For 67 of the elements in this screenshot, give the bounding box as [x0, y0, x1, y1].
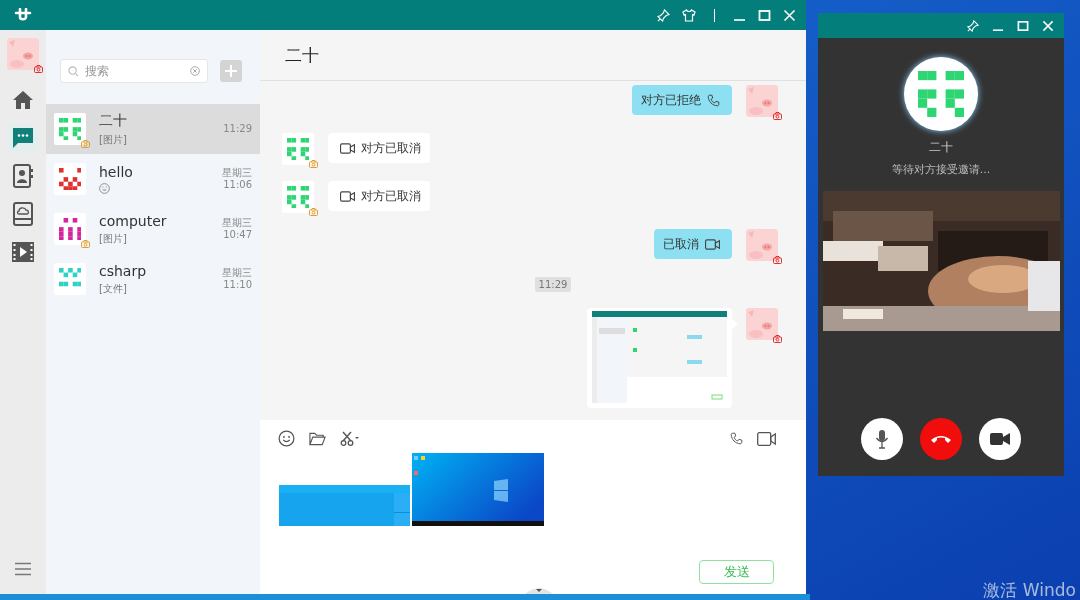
day-label: 星期三: [222, 167, 252, 179]
camera-badge-icon: [773, 335, 782, 343]
pin-icon[interactable]: [657, 8, 670, 22]
pig-avatar-icon: [746, 85, 778, 117]
activation-watermark: 激活 Windo: [983, 580, 1076, 600]
maximize-icon[interactable]: [758, 8, 771, 22]
message-preview: [文件]: [99, 281, 127, 296]
day-label: 星期三: [222, 217, 252, 229]
search-icon: [68, 66, 79, 77]
video-camera-icon: [705, 238, 720, 250]
conversation-item[interactable]: hello 星期三 11:06: [46, 154, 260, 204]
message-text: 已取消: [663, 235, 699, 253]
call-status: 等待对方接受邀请...: [891, 162, 991, 177]
collapse-handle-icon[interactable]: [525, 586, 553, 594]
day-label: 星期三: [222, 267, 252, 279]
time-label: 11:29: [223, 123, 252, 135]
timestamp: 11:29: [534, 277, 572, 292]
plus-icon: [224, 64, 238, 78]
camera-badge-icon: [773, 112, 782, 120]
contact-name: hello: [99, 164, 133, 180]
pin-icon[interactable]: [967, 19, 979, 32]
camera-badge-icon: [309, 208, 318, 216]
conversation-item[interactable]: computer [图片] 星期三 10:47: [46, 204, 260, 254]
chat-title: 二十: [285, 43, 319, 67]
message-preview: [图片]: [99, 132, 127, 147]
caller-name: 二十: [929, 139, 953, 156]
camera-button[interactable]: [979, 418, 1021, 460]
close-icon[interactable]: [1042, 19, 1054, 32]
video-call-icon[interactable]: [757, 431, 776, 446]
hang-up-icon: [930, 434, 952, 444]
search-field[interactable]: 搜索: [60, 59, 208, 83]
contact-name: computer: [99, 212, 167, 229]
phone-icon: [707, 93, 720, 107]
hang-up-button[interactable]: [920, 418, 962, 460]
contact-name: csharp: [99, 262, 147, 279]
conversation-item[interactable]: csharp [文件] 星期三 11:10: [46, 254, 260, 304]
folder-icon[interactable]: [309, 431, 326, 446]
camera-badge-icon: [309, 160, 318, 168]
close-icon[interactable]: [783, 8, 796, 22]
microphone-button[interactable]: [861, 418, 903, 460]
emoji-icon[interactable]: [278, 430, 295, 447]
pig-avatar-icon: [746, 229, 778, 261]
scissors-icon[interactable]: [340, 431, 360, 446]
phone-icon: [730, 432, 743, 445]
time-label: 11:10: [223, 279, 252, 291]
message-text: 对方已取消: [361, 187, 421, 205]
video-camera-icon: [340, 190, 355, 202]
conversation-item[interactable]: 二十 [图片] 11:29: [46, 104, 260, 154]
message-preview: [图片]: [99, 231, 127, 246]
message-text: 对方已取消: [361, 139, 421, 157]
time-label: 11:06: [223, 179, 252, 191]
emoji-icon: [99, 183, 110, 194]
pig-avatar-icon: [7, 38, 39, 70]
microphone-icon: [875, 429, 889, 449]
time-label: 10:47: [223, 229, 252, 241]
contact-name: 二十: [99, 111, 127, 130]
pig-avatar-icon: [746, 308, 778, 340]
menu-icon[interactable]: [14, 562, 32, 576]
camera-badge-icon: [34, 65, 43, 73]
video-camera-icon: [340, 142, 355, 154]
shirt-icon[interactable]: [682, 8, 696, 22]
camera-badge-icon: [773, 256, 782, 264]
maximize-icon[interactable]: [1017, 19, 1029, 32]
message-text: 对方已拒绝: [641, 91, 701, 109]
app-logo-icon: [14, 8, 32, 22]
video-camera-icon: [990, 432, 1010, 446]
chat-nav-icon[interactable]: [9, 124, 37, 152]
